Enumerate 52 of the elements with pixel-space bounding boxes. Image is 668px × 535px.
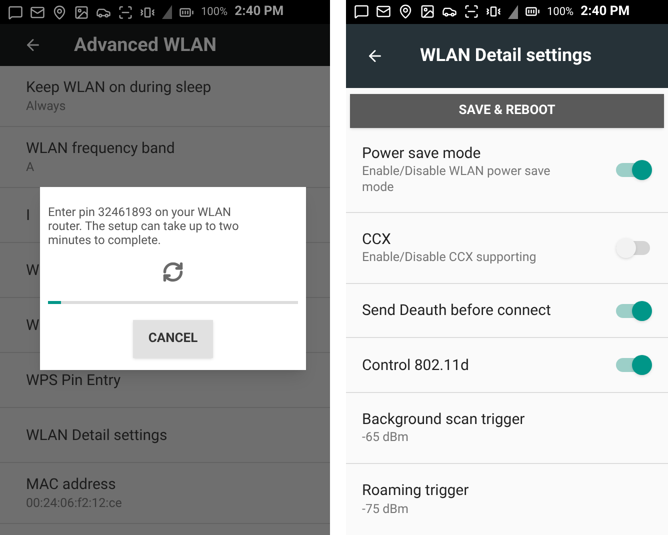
item-title: Background scan trigger — [362, 410, 526, 428]
message-icon — [354, 4, 369, 20]
item-title: I — [26, 206, 30, 224]
settings-item[interactable]: CCX Enable/Disable CCX supporting — [346, 212, 668, 284]
settings-item[interactable]: Send Deauth before connect — [346, 284, 668, 338]
cancel-button[interactable]: CANCEL — [133, 320, 213, 358]
save-reboot-button[interactable]: SAVE & REBOOT — [350, 94, 664, 128]
item-title: Power save mode — [362, 144, 482, 162]
mail-icon — [30, 4, 45, 20]
item-title: WLAN frequency band — [26, 138, 175, 158]
item-title: Control 802.11d — [362, 356, 470, 374]
item-title: Roaming trigger — [362, 481, 470, 500]
scan-icon — [464, 4, 479, 20]
battery-percent: 100% — [547, 4, 574, 20]
item-summary: -75 dBm — [362, 502, 410, 518]
item-title: WPS Pin Entry — [26, 370, 121, 390]
image-icon — [74, 4, 89, 20]
mail-icon — [376, 4, 391, 20]
signal-icon — [508, 4, 518, 19]
item-title: Send Deauth before connect — [362, 301, 552, 320]
image-icon — [420, 4, 435, 20]
settings-item[interactable]: Power save mode Enable/Disable WLAN power save mode — [346, 128, 668, 213]
scan-icon — [118, 4, 133, 20]
item-summary: Enable/Disable WLAN power save mode — [362, 164, 552, 196]
signal-icon — [162, 5, 172, 19]
item-title: W — [26, 260, 40, 280]
toggle-switch[interactable] — [616, 160, 652, 180]
screen-title: WLAN Detail settings — [420, 44, 592, 68]
refresh-icon — [162, 261, 184, 283]
toggle-switch[interactable] — [616, 354, 652, 375]
toggle-switch[interactable] — [616, 238, 652, 258]
battery-percent: 100% — [201, 4, 228, 20]
toggle-switch[interactable] — [616, 300, 652, 321]
map-pin-icon — [398, 4, 413, 20]
vibrate-icon — [486, 4, 501, 20]
item-title: CCX — [362, 230, 392, 248]
item-title: Keep WLAN on during sleep — [26, 78, 212, 97]
settings-item[interactable]: Background scan trigger -65 dBm — [346, 392, 668, 464]
map-pin-icon — [52, 4, 67, 20]
settings-item[interactable]: Roaming trigger -75 dBm — [346, 464, 668, 535]
item-summary: -65 dBm — [362, 430, 410, 446]
item-title: MAC address — [26, 474, 116, 494]
screen-title: Advanced WLAN — [74, 32, 217, 58]
clock: 2:40 PM — [580, 3, 630, 22]
vibrate-icon — [140, 4, 155, 20]
settings-item[interactable]: Control 802.11d — [346, 338, 668, 393]
dialog-message: Enter pin 32461893 on your WLAN router. The setup can take up to two minutes to complete. — [48, 205, 240, 247]
item-title: WLAN Detail settings — [26, 426, 168, 444]
item-title: W — [26, 316, 40, 334]
message-icon — [8, 4, 23, 20]
clock: 2:40 PM — [234, 3, 284, 22]
item-summary: Enable/Disable CCX supporting — [362, 250, 538, 266]
